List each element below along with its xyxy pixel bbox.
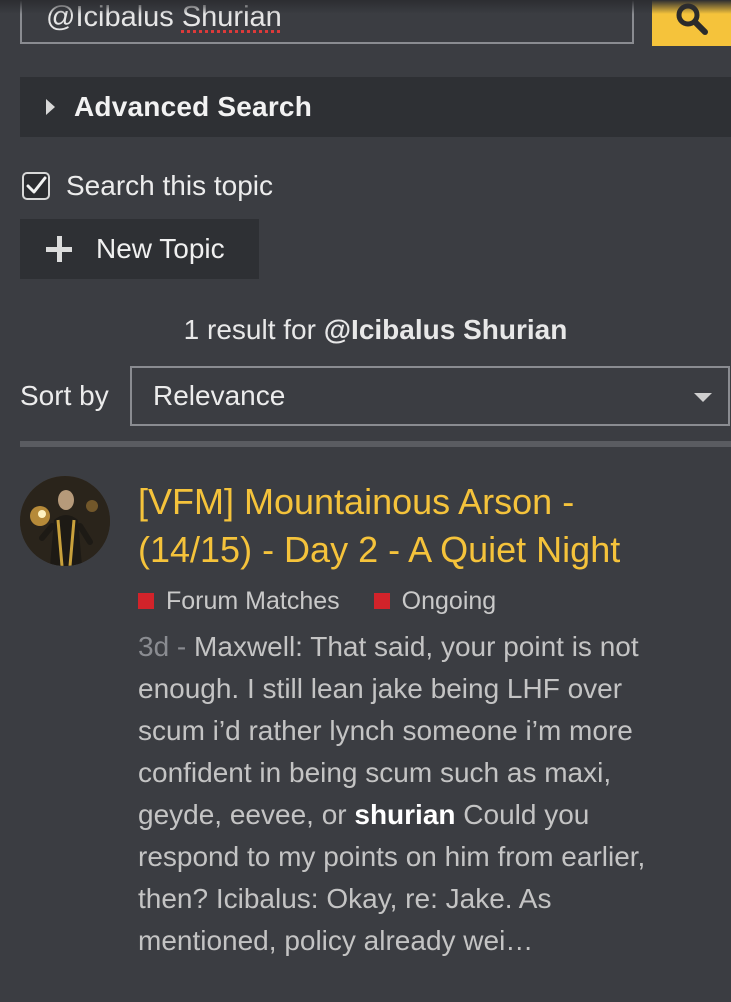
sort-label: Sort by — [20, 380, 109, 411]
results-divider — [20, 441, 731, 447]
chevron-down-icon — [694, 393, 712, 402]
sort-row: Sort by Relevance — [20, 366, 731, 426]
result-body: [VFM] Mountainous Arson - (14/15) - Day … — [138, 476, 698, 962]
checkmark-icon — [26, 176, 47, 194]
avatar[interactable] — [20, 476, 110, 566]
result-topic-title-link[interactable]: [VFM] Mountainous Arson - (14/15) - Day … — [138, 478, 698, 574]
tag-ongoing[interactable]: Ongoing — [373, 586, 497, 616]
results-summary-prefix: 1 result for — [183, 314, 324, 345]
new-topic-label: New Topic — [96, 233, 225, 264]
tag-label: Ongoing — [401, 586, 497, 615]
result-blurb[interactable]: 3d - Maxwell: That said, your point is n… — [138, 626, 678, 962]
header-shadow — [0, 0, 731, 14]
search-topic-label[interactable]: Search this topic — [66, 170, 273, 202]
avatar-figure-icon — [20, 476, 110, 566]
category-square-icon — [373, 593, 390, 609]
category-square-icon — [138, 593, 154, 609]
advanced-search-label: Advanced Search — [74, 91, 312, 122]
search-topic-checkbox[interactable] — [22, 172, 50, 200]
tag-forum-matches[interactable]: Forum Matches — [138, 587, 340, 616]
sort-select[interactable]: Relevance — [130, 366, 730, 426]
result-date: 3d — [138, 631, 170, 662]
result-tags: Forum Matches Ongoing — [138, 586, 698, 616]
new-topic-button[interactable]: New Topic — [20, 219, 259, 279]
caret-right-icon — [46, 99, 55, 115]
sort-selected-value: Relevance — [153, 380, 286, 411]
blurb-highlight: shurian — [354, 799, 456, 830]
results-summary: 1 result for @Icibalus Shurian — [0, 314, 731, 346]
search-topic-option: Search this topic — [22, 170, 273, 202]
results-summary-term: @Icibalus Shurian — [323, 314, 568, 345]
search-page: @Icibalus Shurian Advanced Search Search… — [0, 0, 731, 1002]
plus-icon — [46, 236, 72, 262]
advanced-search-toggle[interactable]: Advanced Search — [20, 77, 731, 137]
result-date-separator: - — [169, 631, 195, 662]
tag-label: Forum Matches — [166, 586, 340, 615]
